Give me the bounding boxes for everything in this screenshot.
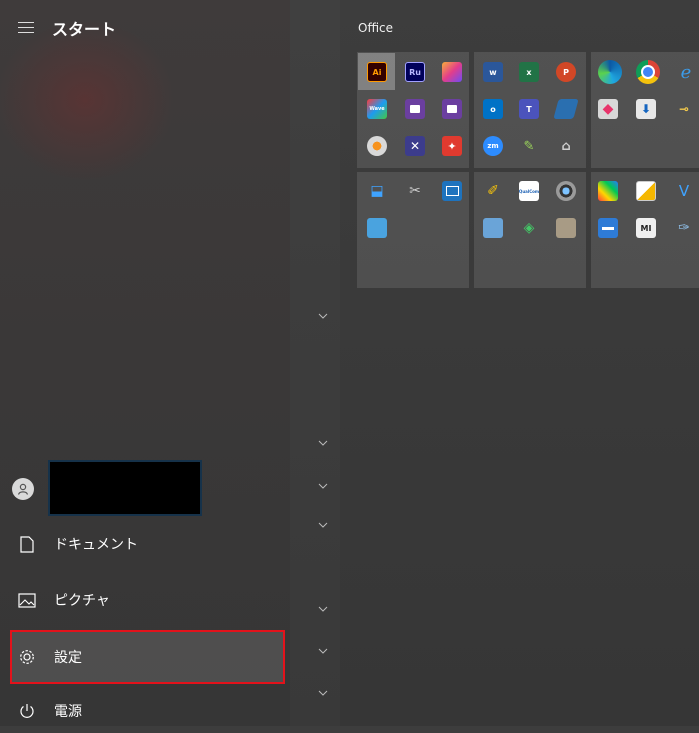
- start-item-documents[interactable]: ドキュメント: [0, 522, 290, 566]
- settings-label: 設定: [54, 650, 82, 666]
- chevron-down-icon[interactable]: [318, 440, 328, 450]
- power-label: 電源: [54, 704, 82, 720]
- settings-app-icon[interactable]: [598, 218, 618, 238]
- chrome-icon[interactable]: [636, 60, 660, 84]
- chevron-down-icon[interactable]: [318, 690, 328, 700]
- start-item-power[interactable]: 電源: [0, 689, 290, 733]
- sketch-app-icon[interactable]: ✑: [674, 218, 694, 238]
- document-icon: [18, 535, 36, 553]
- video-editor-icon[interactable]: [405, 99, 425, 119]
- teams-icon[interactable]: T: [519, 99, 539, 119]
- lens-app-icon[interactable]: [556, 181, 576, 201]
- start-item-settings[interactable]: 設定: [0, 635, 290, 679]
- outlook-icon[interactable]: o: [483, 99, 503, 119]
- disc-app-icon[interactable]: [367, 136, 387, 156]
- documents-label: ドキュメント: [54, 537, 138, 553]
- picture-icon: [18, 591, 36, 609]
- key-app-icon[interactable]: ⊸: [674, 99, 694, 119]
- snipping-tool-icon[interactable]: ✂: [405, 181, 425, 201]
- word-icon[interactable]: w: [483, 62, 503, 82]
- app-list-strip: [290, 0, 340, 726]
- video-player-icon[interactable]: [442, 99, 462, 119]
- creative-cloud-icon[interactable]: [442, 62, 462, 82]
- image-editor-icon[interactable]: [636, 181, 656, 201]
- chevron-down-icon[interactable]: [318, 522, 328, 532]
- powerpoint-icon[interactable]: P: [556, 62, 576, 82]
- user-name-redacted[interactable]: [48, 460, 202, 516]
- internet-explorer-icon[interactable]: e: [674, 60, 698, 84]
- app-cube-icon[interactable]: ◆: [598, 99, 618, 119]
- chevron-down-icon[interactable]: [318, 648, 328, 658]
- chevron-down-icon[interactable]: [318, 606, 328, 616]
- rush-icon[interactable]: Ru: [405, 62, 425, 82]
- zoom-icon[interactable]: zm: [483, 136, 503, 156]
- user-avatar-icon[interactable]: [12, 478, 34, 500]
- tile-group-label: Office: [358, 21, 394, 35]
- map-app-icon[interactable]: [367, 218, 387, 238]
- chevron-down-icon[interactable]: [318, 313, 328, 323]
- wave-icon[interactable]: Wave: [367, 99, 387, 119]
- download-app-icon[interactable]: ⬇: [636, 99, 656, 119]
- start-item-pictures[interactable]: ピクチャ: [0, 578, 290, 622]
- illustrator-icon[interactable]: Ai: [367, 62, 387, 82]
- hamburger-menu-icon[interactable]: [18, 22, 34, 34]
- excel-icon[interactable]: x: [519, 62, 539, 82]
- edge-icon[interactable]: [598, 60, 622, 84]
- start-title: スタート: [52, 20, 117, 39]
- photo-viewer-icon[interactable]: [483, 218, 503, 238]
- remote-desktop-icon[interactable]: [442, 181, 462, 201]
- mi-app-icon[interactable]: MI: [636, 218, 656, 238]
- vector-app-icon[interactable]: V: [674, 181, 694, 201]
- power-icon: [18, 702, 36, 720]
- network-app-icon[interactable]: ⬓: [367, 181, 387, 201]
- archive-app-icon[interactable]: [556, 218, 576, 238]
- scanner-app-icon[interactable]: ⌂: [556, 136, 576, 156]
- pen-app-icon[interactable]: ✐: [483, 181, 503, 201]
- chevron-down-icon[interactable]: [318, 483, 328, 493]
- xmind-icon[interactable]: ✕: [405, 136, 425, 156]
- qualcomm-icon[interactable]: QualCom: [519, 181, 539, 201]
- mindmap-icon[interactable]: ✦: [442, 136, 462, 156]
- paint-app-icon[interactable]: ✎: [519, 136, 539, 156]
- color-app-icon[interactable]: [598, 181, 618, 201]
- gear-icon: [18, 648, 36, 666]
- pictures-label: ピクチャ: [54, 593, 110, 609]
- tag-app-icon[interactable]: ◈: [519, 218, 539, 238]
